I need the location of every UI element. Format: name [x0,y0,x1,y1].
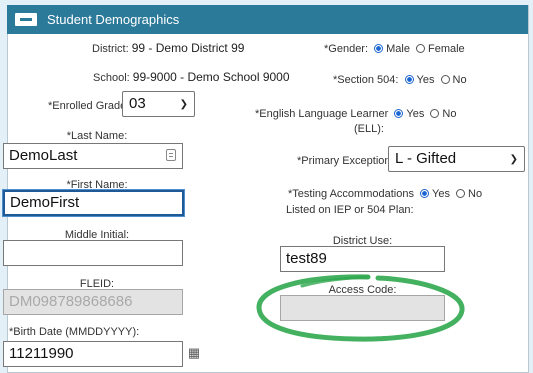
section-title: Student Demographics [47,12,180,27]
ell-no-label: No [442,108,457,120]
gender-row: *Gender: Male Female [324,43,465,55]
enrolled-grade-value: 03 [129,95,146,112]
highlight-ellipse-annotation [256,274,465,342]
last-name-input[interactable]: DemoLast [3,143,183,169]
first-name-value: DemoFirst [10,194,80,211]
ell-no-radio[interactable] [430,109,440,118]
gender-male-label: Male [386,43,410,55]
ell-label-line2: (ELL): [354,123,384,135]
chevron-down-icon: ❯ [179,99,188,110]
gender-label: *Gender: [324,43,369,55]
testing-accommodations-label: *Testing Accommodations [288,188,414,200]
testing-accommodations-yes-label: Yes [432,188,450,200]
gender-male-radio[interactable] [374,44,384,53]
chevron-down-icon: ❯ [509,154,518,165]
district-label: District: [92,43,129,55]
school-value: 99-9000 - Demo School 9000 [132,70,290,84]
section-504-no-radio[interactable] [440,75,450,84]
testing-accommodations-yes-radio[interactable] [420,189,430,198]
section-header: Student Demographics [7,5,528,34]
birth-date-input[interactable]: 11211990 [3,341,183,367]
first-name-input[interactable]: DemoFirst [2,189,185,217]
section-504-label: *Section 504: [333,74,399,86]
birth-date-label: *Birth Date (MMDDYYYY): [9,326,140,338]
birth-date-value: 11211990 [9,345,74,362]
district-use-value: test89 [286,250,327,267]
section-504-no-label: No [452,74,467,86]
gender-female-label: Female [428,43,465,55]
last-name-label: *Last Name: [66,130,128,142]
testing-accommodations-no-radio[interactable] [456,189,466,198]
section-504-yes-radio[interactable] [404,75,414,84]
district-value: 99 - Demo District 99 [131,41,245,55]
fleid-value: DM098789868686 [9,293,133,310]
district-row: District: 99 - Demo District 99 [92,41,244,55]
collapse-icon[interactable] [15,13,37,26]
middle-initial-input[interactable] [3,240,183,266]
enrolled-grade-label: *Enrolled Grade: [48,100,130,112]
fleid-input: DM098789868686 [3,289,183,315]
gender-female-radio[interactable] [416,44,425,53]
testing-accommodations-no-label: No [468,188,483,200]
testing-accommodations-row: *Testing Accommodations Yes No [288,188,482,200]
ell-label: *English Language Learner [255,108,389,120]
school-label: School: [93,72,130,84]
testing-accommodations-label-line2: Listed on IEP or 504 Plan: [286,204,414,216]
enrolled-grade-select[interactable]: 03 ❯ [122,91,195,117]
section-504-row: *Section 504: Yes No [333,74,467,86]
contact-card-icon [166,149,176,161]
primary-exceptionality-select[interactable]: L - Gifted ❯ [388,146,525,172]
calendar-icon[interactable]: ▦ [180,341,208,364]
primary-exceptionality-value: L - Gifted [395,150,457,167]
ell-yes-radio[interactable] [394,109,404,118]
last-name-value: DemoLast [9,147,78,164]
school-row: School: 99-9000 - Demo School 9000 [93,70,290,84]
ell-yes-label: Yes [406,108,425,120]
section-504-yes-label: Yes [416,74,435,86]
ell-row: *English Language Learner Yes No [255,108,456,120]
